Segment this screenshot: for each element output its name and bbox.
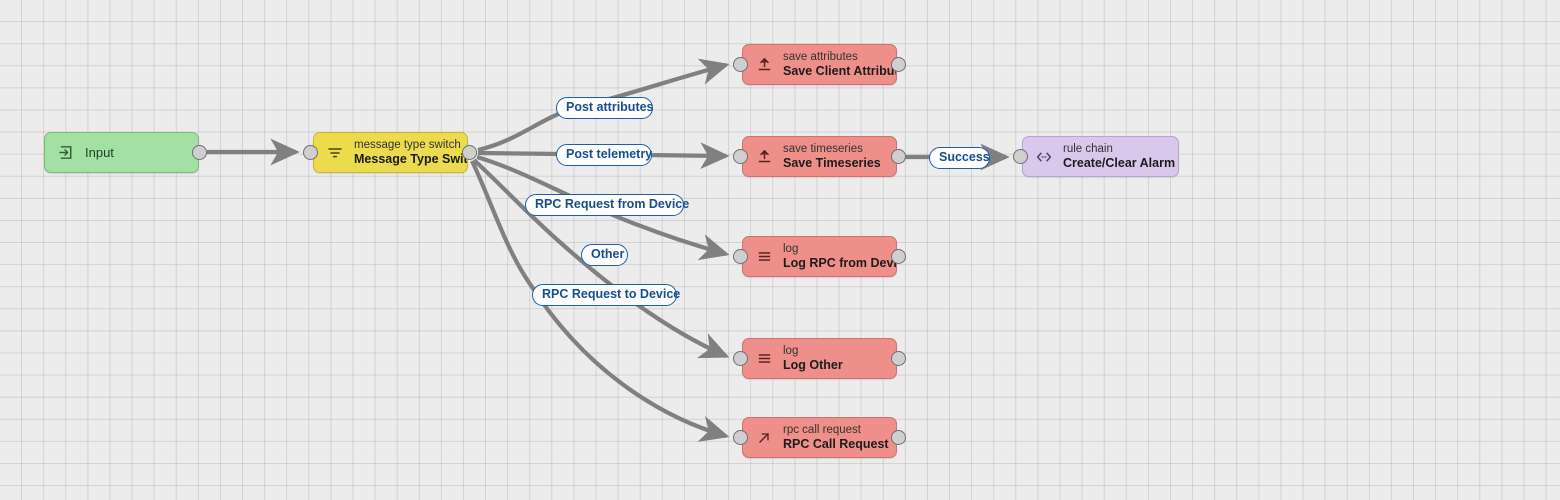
node-input-title: Input xyxy=(85,144,114,160)
port-log-rpc-from-device-out[interactable] xyxy=(891,249,906,264)
port-switch-out[interactable] xyxy=(462,145,477,160)
node-log-other-type: log xyxy=(783,344,799,357)
port-log-other-out[interactable] xyxy=(891,351,906,366)
rule-chain-canvas[interactable]: Input message type switch Message Type S… xyxy=(0,0,1560,500)
sign-in-icon xyxy=(56,143,76,163)
node-message-type-switch-title: Message Type Switch xyxy=(354,151,467,166)
node-log-other[interactable]: log Log Other xyxy=(742,338,897,379)
node-log-other-title: Log Other xyxy=(783,357,843,372)
node-create-clear-alarm-title: Create/Clear Alarm &... xyxy=(1063,155,1178,170)
node-log-rpc-from-device-type: log xyxy=(783,242,799,255)
node-save-client-attributes-type: save attributes xyxy=(783,50,858,63)
node-rpc-call-request-title: RPC Call Request xyxy=(783,436,889,451)
node-save-timeseries[interactable]: save timeseries Save Timeseries xyxy=(742,136,897,177)
port-create-clear-alarm-in[interactable] xyxy=(1013,149,1028,164)
node-rpc-call-request[interactable]: rpc call request RPC Call Request xyxy=(742,417,897,458)
node-save-timeseries-type: save timeseries xyxy=(783,142,863,155)
node-log-rpc-from-device-title: Log RPC from Device xyxy=(783,255,896,270)
edge-label-other[interactable]: Other xyxy=(581,244,628,266)
node-input[interactable]: Input xyxy=(44,132,199,173)
node-create-clear-alarm-type: rule chain xyxy=(1063,142,1113,155)
port-log-rpc-from-device-in[interactable] xyxy=(733,249,748,264)
port-save-timeseries-out[interactable] xyxy=(891,149,906,164)
port-save-timeseries-in[interactable] xyxy=(733,149,748,164)
arrow-up-right-icon xyxy=(754,428,774,448)
edge-label-success[interactable]: Success xyxy=(929,147,990,169)
port-input-out[interactable] xyxy=(192,145,207,160)
port-save-client-attributes-out[interactable] xyxy=(891,57,906,72)
edge-label-post-telemetry[interactable]: Post telemetry xyxy=(556,144,652,166)
port-save-client-attributes-in[interactable] xyxy=(733,57,748,72)
upload-icon xyxy=(754,55,774,75)
filter-icon xyxy=(325,143,345,163)
port-log-other-in[interactable] xyxy=(733,351,748,366)
port-rpc-call-request-out[interactable] xyxy=(891,430,906,445)
node-save-client-attributes[interactable]: save attributes Save Client Attributes xyxy=(742,44,897,85)
node-message-type-switch-type: message type switch xyxy=(354,138,461,151)
node-rpc-call-request-type: rpc call request xyxy=(783,423,861,436)
node-log-rpc-from-device[interactable]: log Log RPC from Device xyxy=(742,236,897,277)
edge-label-post-attributes[interactable]: Post attributes xyxy=(556,97,654,119)
port-switch-in[interactable] xyxy=(303,145,318,160)
edge-label-rpc-request-from-device[interactable]: RPC Request from Device xyxy=(525,194,689,216)
list-icon xyxy=(754,349,774,369)
list-icon xyxy=(754,247,774,267)
node-save-timeseries-title: Save Timeseries xyxy=(783,155,881,170)
node-create-clear-alarm[interactable]: rule chain Create/Clear Alarm &... xyxy=(1022,136,1179,177)
node-message-type-switch[interactable]: message type switch Message Type Switch xyxy=(313,132,468,173)
upload-icon xyxy=(754,147,774,167)
code-brackets-icon xyxy=(1034,147,1054,167)
node-save-client-attributes-title: Save Client Attributes xyxy=(783,63,896,78)
port-rpc-call-request-in[interactable] xyxy=(733,430,748,445)
edge-label-rpc-request-to-device[interactable]: RPC Request to Device xyxy=(532,284,680,306)
